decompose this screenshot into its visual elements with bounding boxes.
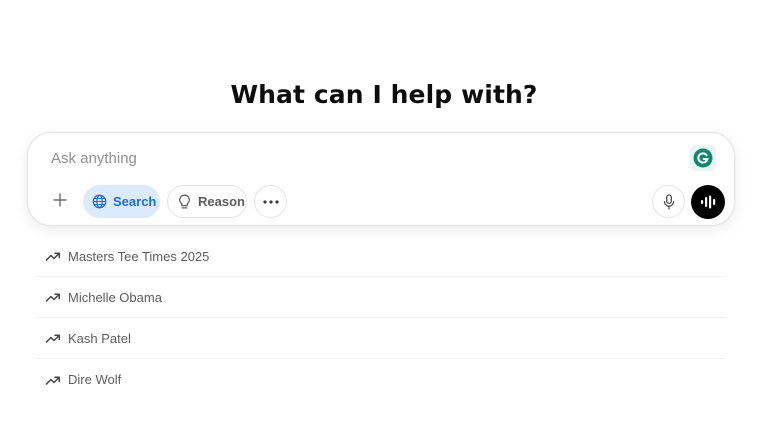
trending-icon (45, 248, 61, 264)
attach-button[interactable] (43, 185, 76, 218)
prompt-composer: Search Reason (27, 132, 735, 226)
suggestion-label: Masters Tee Times 2025 (68, 248, 210, 264)
lightbulb-icon (177, 194, 192, 210)
voice-mode-icon (700, 195, 716, 209)
trending-icon (45, 330, 61, 346)
globe-icon (92, 194, 107, 209)
grammarly-button[interactable] (690, 145, 716, 171)
voice-mode-button[interactable] (691, 185, 725, 219)
grammarly-icon (693, 148, 713, 172)
plus-icon (52, 193, 67, 210)
suggestion-label: Kash Patel (68, 330, 131, 346)
suggestion-label: Michelle Obama (68, 289, 162, 305)
trending-icon (45, 372, 61, 388)
chat-home: What can I help with? Ask anything Searc… (0, 0, 768, 435)
more-tools-button[interactable] (254, 185, 287, 218)
trending-suggestions: Masters Tee Times 2025 Michelle Obama Ka… (35, 236, 726, 400)
reason-button-label: Reason (198, 194, 245, 209)
suggestion-item[interactable]: Michelle Obama (35, 277, 726, 318)
suggestion-item[interactable]: Dire Wolf (35, 359, 726, 400)
suggestion-item[interactable]: Kash Patel (35, 318, 726, 359)
trending-icon (45, 289, 61, 305)
suggestion-item[interactable]: Masters Tee Times 2025 (35, 236, 726, 277)
microphone-icon (663, 193, 675, 210)
search-button-label: Search (113, 194, 157, 209)
search-button[interactable]: Search (83, 185, 160, 218)
ellipsis-icon (262, 199, 279, 204)
dictate-button[interactable] (652, 185, 685, 218)
suggestion-label: Dire Wolf (68, 372, 122, 387)
prompt-input[interactable] (51, 145, 651, 171)
reason-button[interactable]: Reason (167, 185, 247, 218)
page-title: What can I help with? (230, 80, 538, 109)
